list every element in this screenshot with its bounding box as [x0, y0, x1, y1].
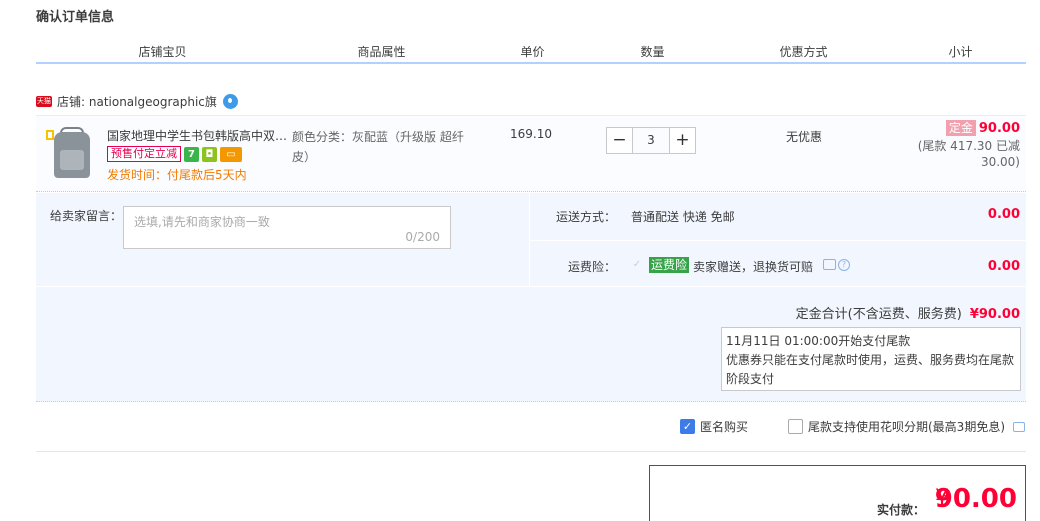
order-info-panel: 给卖家留言： 选填,请先和商家协商一致 0/200 运送方式： 普通配送 快递 … [36, 193, 1026, 286]
message-label: 给卖家留言： [50, 209, 123, 223]
chat-contact-icon[interactable] [222, 93, 238, 109]
shop-row: 天猫 店铺: nationalgeographic旗 [36, 93, 238, 109]
chat-bubble-icon[interactable] [1013, 421, 1025, 432]
product-title[interactable]: 国家地理中学生书包韩版高中双… [107, 127, 287, 144]
unit-price: 169.10 [510, 127, 552, 141]
divider [36, 451, 1026, 452]
notice-line-2: 优惠券只能在支付尾款时使用，运费、服务费均在尾款阶段支付 [726, 353, 1015, 386]
chat-bubble-icon[interactable] [823, 259, 836, 270]
column-header-quantity: 数量 [594, 44, 712, 61]
deposit-total-amount: ¥90.00 [969, 307, 1020, 322]
anonymous-checkbox[interactable]: ✓ [680, 419, 695, 434]
payment-amount: 90.00 [934, 484, 1017, 514]
product-badges: 预售付定立减 7 ◘ ▭ [107, 146, 242, 162]
discount-method: 无优惠 [786, 130, 823, 144]
shop-name[interactable]: 店铺: nationalgeographic旗 [57, 93, 217, 110]
page-title: 确认订单信息 [36, 10, 115, 25]
product-attribute: 颜色分类：灰配蓝（升级版 超纤皮） [292, 130, 464, 164]
column-header-unit-price: 单价 [474, 44, 592, 61]
seven-day-return-icon: 7 [184, 146, 199, 162]
order-item-row: 国家地理中学生书包韩版高中双… 预售付定立减 7 ◘ ▭ 发货时间：付尾款后5天… [36, 115, 1026, 192]
column-header-attributes: 商品属性 [292, 44, 472, 61]
huabei-option[interactable]: 尾款支持使用花呗分期(最高3期免息) [788, 418, 1025, 435]
deposit-summary-panel: 定金合计(不含运费、服务费) ¥90.00 11月11日 01:00:00开始支付… [36, 287, 1026, 402]
insurance-tag: 运费险 [649, 257, 690, 273]
payment-notice: 11月11日 01:00:00开始支付尾款 优惠券只能在支付尾款时使用，运费、服… [721, 327, 1021, 391]
credit-card-icon: ▭ [220, 146, 242, 162]
quantity-input[interactable]: 3 [633, 127, 669, 154]
deposit-total: 定金合计(不含运费、服务费) ¥90.00 [796, 303, 1020, 322]
message-placeholder: 选填,请先和商家协商一致 [134, 215, 270, 229]
shield-icon: ◘ [202, 146, 217, 162]
insurance-amount: 0.00 [987, 259, 1020, 274]
tmall-icon: 天猫 [36, 95, 52, 107]
payment-summary: 实付款： ¥ 90.00 [649, 465, 1026, 521]
product-thumbnail[interactable] [44, 124, 100, 180]
message-char-count: 0/200 [405, 230, 440, 244]
deposit-tag: 定金 [945, 120, 976, 136]
ship-time: 发货时间：付尾款后5天内 [107, 168, 247, 182]
presale-tag: 预售付定立减 [107, 146, 181, 162]
insurance-text: 卖家赠送，退换货可赔 [693, 260, 814, 274]
quantity-decrease-button[interactable]: − [606, 127, 633, 154]
balance-amount: (尾款 417.30 已减30.00) [917, 139, 1020, 169]
quantity-stepper: − 3 + [606, 127, 696, 154]
shipping-method-label: 运送方式： [556, 210, 617, 224]
column-header-discount: 优惠方式 [714, 44, 894, 61]
deposit-total-label: 定金合计(不含运费、服务费) [795, 307, 962, 322]
national-geographic-logo-icon [46, 130, 54, 140]
insurance-label: 运费险： [568, 260, 617, 274]
shipping-method-value: 普通配送 快递 免邮 [631, 210, 735, 224]
help-icon[interactable]: ? [838, 259, 850, 271]
insurance-checkbox: ✓ [632, 259, 642, 270]
table-header: 店铺宝贝 商品属性 单价 数量 优惠方式 小计 [36, 44, 1026, 64]
deposit-amount: 90.00 [978, 121, 1020, 136]
message-to-seller-input[interactable]: 选填,请先和商家协商一致 0/200 [123, 206, 451, 249]
notice-line-1: 11月11日 01:00:00开始支付尾款 [726, 334, 911, 348]
anonymous-option[interactable]: ✓ 匿名购买 [680, 418, 748, 435]
payment-label: 实付款： [876, 503, 925, 517]
column-header-subtotal: 小计 [896, 44, 1026, 61]
huabei-checkbox[interactable] [788, 419, 803, 434]
huabei-label[interactable]: 尾款支持使用花呗分期(最高3期免息) [808, 418, 1005, 435]
anonymous-label[interactable]: 匿名购买 [700, 418, 748, 435]
quantity-increase-button[interactable]: + [669, 127, 696, 154]
shipping-amount: 0.00 [987, 207, 1020, 222]
column-header-shop-item: 店铺宝贝 [36, 44, 290, 61]
item-subtotal: 定金 90.00 (尾款 417.30 已减30.00) [910, 120, 1020, 170]
